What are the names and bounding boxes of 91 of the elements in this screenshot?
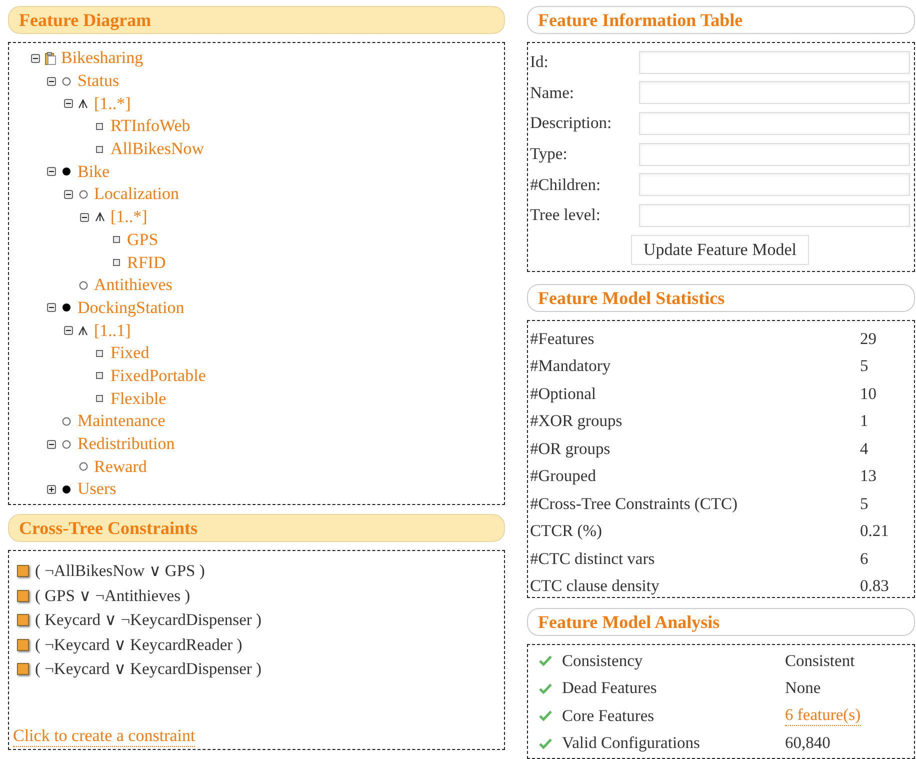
bullet-icon <box>17 565 29 578</box>
create-constraint-link[interactable]: Click to create a constraint <box>13 726 196 747</box>
stat-value: 10 <box>860 384 876 404</box>
stat-label: #Cross-Tree Constraints (CTC) <box>530 494 738 514</box>
expand-icon[interactable] <box>47 484 56 494</box>
stat-value: 0.21 <box>860 521 889 542</box>
tree-item[interactable]: [1..1] <box>94 320 131 341</box>
analysis-label: Consistency <box>562 650 644 671</box>
analysis-value: 60,840 <box>785 733 830 754</box>
analysis-label: Core Features <box>562 706 656 726</box>
analysis-label: Valid Configurations <box>562 733 701 754</box>
tree-item[interactable]: RFID <box>127 252 166 273</box>
bullet-icon <box>17 614 29 626</box>
check-icon <box>538 710 552 722</box>
tree-item[interactable]: DockingStation <box>78 298 184 318</box>
tree-item[interactable]: AllBikesNow <box>110 139 204 160</box>
collapse-icon[interactable] <box>30 54 40 63</box>
input-field[interactable] <box>639 173 910 196</box>
stat-value: 5 <box>860 494 868 514</box>
collapse-icon[interactable] <box>47 167 56 176</box>
field-label: Tree level: <box>530 205 602 226</box>
constraint-text: ( GPS ∨ ¬Antithieves ) <box>35 586 190 606</box>
collapse-icon[interactable] <box>80 212 89 222</box>
field-label: Description: <box>530 113 613 134</box>
input-field[interactable] <box>639 112 910 135</box>
tree-item[interactable]: Localization <box>94 184 179 204</box>
section-header: Feature Model Statistics <box>527 284 915 312</box>
constraint-text: ( ¬AllBikesNow ∨ GPS ) <box>35 561 205 582</box>
stat-value: 1 <box>860 411 868 432</box>
field-label: Type: <box>530 144 568 164</box>
analysis-label: Dead Features <box>562 678 658 698</box>
field-label: Id: <box>530 52 550 72</box>
collapse-icon[interactable] <box>64 326 72 336</box>
stat-value: 13 <box>860 466 876 486</box>
tree-item[interactable]: [1..*] <box>110 207 148 228</box>
tree-item[interactable]: Users <box>78 479 116 500</box>
tree-item[interactable]: Status <box>78 71 120 92</box>
section-header: Cross-Tree Constraints <box>8 514 505 542</box>
stat-value: 29 <box>860 328 876 349</box>
collapse-icon[interactable] <box>47 303 56 312</box>
section-header: Feature Diagram <box>8 6 505 34</box>
stat-value: 5 <box>860 356 868 376</box>
tree-item[interactable]: FixedPortable <box>110 366 206 386</box>
input-field[interactable] <box>639 204 910 227</box>
tree-item[interactable]: Redistribution <box>78 434 175 454</box>
constraint-text: ( ¬Keycard ∨ KeycardReader ) <box>35 634 242 655</box>
section-header: Feature Model Analysis <box>527 608 915 636</box>
analysis-value: None <box>785 678 821 698</box>
stat-label: #Optional <box>530 384 597 404</box>
tree-item[interactable]: [1..*] <box>94 94 131 114</box>
stat-label: #Features <box>530 328 596 349</box>
stat-label: #XOR groups <box>530 411 624 432</box>
check-icon <box>538 738 552 749</box>
stat-label: CTC clause density <box>530 576 660 596</box>
input-field[interactable] <box>639 50 910 74</box>
tree-item[interactable]: RTInfoWeb <box>110 116 190 136</box>
stat-label: #Mandatory <box>530 356 612 376</box>
bullet-icon <box>17 638 29 651</box>
input-field[interactable] <box>639 81 910 104</box>
analysis-value: Consistent <box>785 650 855 671</box>
section-header: Feature Information Table <box>527 6 915 34</box>
collapse-icon[interactable] <box>64 190 72 199</box>
collapse-icon[interactable] <box>47 440 56 449</box>
tree-item[interactable]: Bike <box>78 162 110 182</box>
tree-item[interactable]: Flexible <box>110 388 166 409</box>
stat-label: CTCR (%) <box>530 521 603 542</box>
input-field[interactable] <box>639 142 910 166</box>
stat-label: #OR groups <box>530 438 612 459</box>
stat-label: #CTC distinct vars <box>530 548 656 569</box>
update-button[interactable]: Update Feature Model <box>630 234 810 265</box>
stat-value: 6 <box>860 548 868 569</box>
check-icon <box>538 682 552 694</box>
core-features-link[interactable]: 6 feature(s) <box>785 705 861 726</box>
tree-item[interactable]: Fixed <box>110 343 150 364</box>
tree-item[interactable]: Bikesharing <box>61 48 144 68</box>
collapse-icon[interactable] <box>47 76 56 86</box>
tree-item[interactable]: Maintenance <box>78 411 166 432</box>
collapse-icon[interactable] <box>64 99 72 108</box>
tree-item[interactable]: GPS <box>127 230 158 250</box>
field-label: #Children: <box>530 174 602 195</box>
constraint-text: ( Keycard ∨ ¬KeycardDispenser ) <box>35 610 262 630</box>
tree-item[interactable]: Antithieves <box>94 275 172 296</box>
tree-item[interactable]: Reward <box>94 456 147 477</box>
bullet-icon <box>17 663 29 676</box>
stat-value: 0.83 <box>860 576 889 596</box>
check-icon <box>538 655 552 666</box>
stat-label: #Grouped <box>530 466 597 486</box>
field-label: Name: <box>530 82 575 103</box>
stat-value: 4 <box>860 438 868 459</box>
constraint-text: ( ¬Keycard ∨ KeycardDispenser ) <box>35 659 262 680</box>
bullet-icon <box>17 590 29 602</box>
